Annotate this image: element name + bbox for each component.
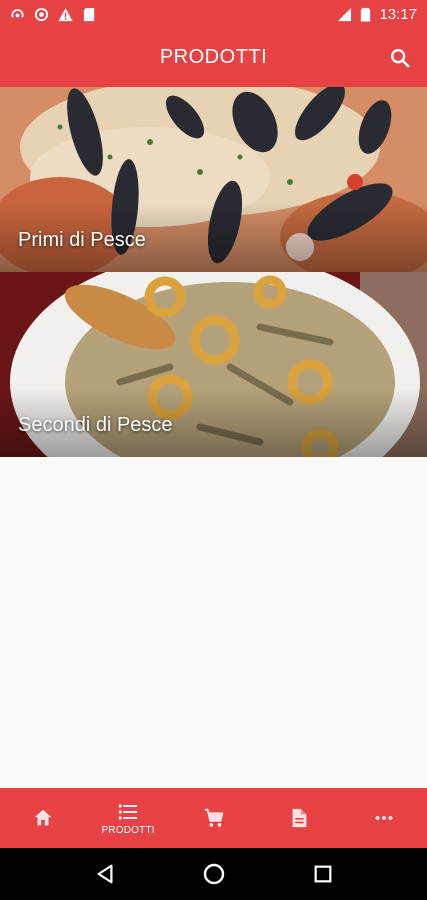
bottom-navigation: PRODOTTI <box>0 788 427 848</box>
system-back-button[interactable] <box>92 861 118 887</box>
nav-item-document[interactable] <box>256 788 341 848</box>
location-icon <box>34 7 49 22</box>
category-label: Secondi di Pesce <box>18 414 173 436</box>
status-icons-left <box>10 7 97 22</box>
battery-icon <box>358 7 373 22</box>
search-button[interactable] <box>387 45 413 71</box>
status-bar: 13:17 <box>0 0 427 28</box>
category-tile-secondi[interactable]: Secondi di Pesce <box>0 272 427 457</box>
nav-item-more[interactable] <box>342 788 427 848</box>
sd-card-icon <box>82 7 97 22</box>
nav-label: PRODOTTI <box>101 824 155 836</box>
document-icon <box>292 808 307 828</box>
more-icon <box>375 815 393 821</box>
app-bar: PRODOTTI <box>0 28 427 87</box>
recents-square-icon <box>314 865 331 883</box>
page-title: PRODOTTI <box>159 46 268 68</box>
signal-icon <box>337 7 352 22</box>
back-triangle-icon <box>96 864 113 884</box>
app-screen: 13:17 PRODOTTI Primi di Pesce Secondi di… <box>0 0 427 900</box>
nav-item-prodotti[interactable]: PRODOTTI <box>85 788 170 848</box>
system-recents-button[interactable] <box>310 861 336 887</box>
home-icon <box>34 809 51 826</box>
cart-icon <box>204 808 223 827</box>
podcast-icon <box>10 7 25 22</box>
nav-item-cart[interactable] <box>171 788 256 848</box>
status-icons-right: 13:17 <box>337 6 417 23</box>
status-time: 13:17 <box>379 5 417 23</box>
list-icon <box>118 804 138 819</box>
system-home-button[interactable] <box>201 861 227 887</box>
category-label: Primi di Pesce <box>18 229 146 251</box>
category-tile-primi[interactable]: Primi di Pesce <box>0 87 427 272</box>
home-circle-icon <box>203 863 224 885</box>
warning-icon <box>58 7 73 22</box>
search-icon <box>391 49 410 68</box>
nav-item-home[interactable] <box>0 788 85 848</box>
system-navigation-bar <box>0 848 427 900</box>
